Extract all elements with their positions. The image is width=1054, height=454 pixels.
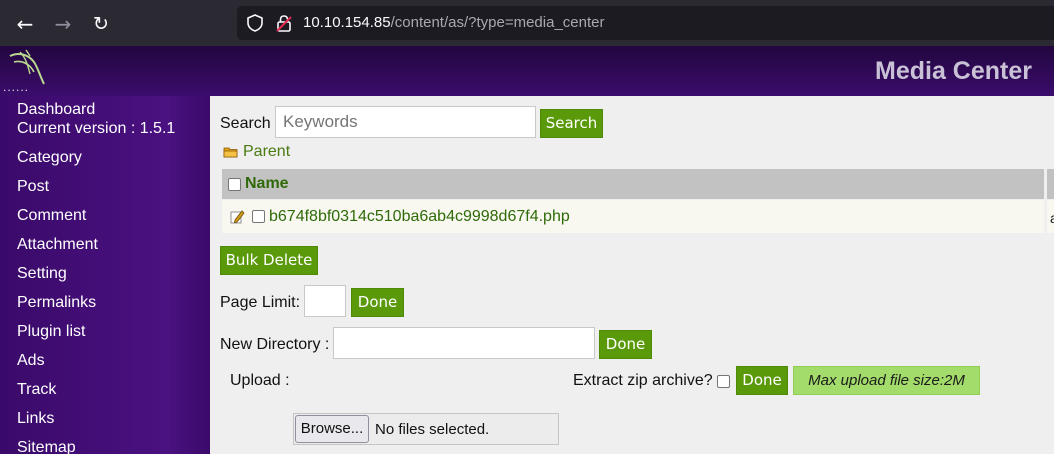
max-upload-notice: Max upload file size:2M [793, 366, 980, 395]
table-header [222, 169, 1044, 199]
select-all-checkbox[interactable] [228, 178, 241, 191]
url-path: /content/as/?type=media_center [390, 14, 605, 31]
url-host: 10.10.154.85 [303, 14, 391, 31]
search-input[interactable] [275, 106, 536, 138]
browse-button[interactable]: Browse... [295, 415, 369, 443]
edit-pencil-icon[interactable] [230, 209, 245, 224]
new-directory-done-button[interactable]: Done [599, 330, 652, 359]
page-limit-done-button[interactable]: Done [351, 288, 404, 317]
page-title: Media Center [875, 57, 1032, 85]
table-header-extra [1047, 169, 1054, 199]
row-cell-truncated: a [1050, 210, 1054, 226]
sidebar: Dashboard Current version : 1.5.1 Catego… [0, 96, 210, 454]
browser-toolbar: ← → ↻ 10.10.154.85/content/as/?type=medi… [0, 0, 1054, 46]
file-status-text: No files selected. [375, 421, 490, 438]
row-checkbox[interactable] [252, 210, 265, 223]
sidebar-item-links[interactable]: Links [17, 410, 54, 428]
parent-link[interactable]: Parent [243, 143, 290, 161]
bulk-delete-button[interactable]: Bulk Delete [220, 246, 318, 275]
sidebar-item-sitemap[interactable]: Sitemap [17, 439, 76, 454]
sidebar-item-setting[interactable]: Setting [17, 265, 67, 283]
reload-icon[interactable]: ↻ [87, 10, 115, 38]
forward-arrow-icon[interactable]: → [49, 10, 77, 38]
extract-zip-label: Extract zip archive? [573, 372, 713, 389]
page-limit-label: Page Limit: [220, 294, 301, 311]
insecure-lock-icon[interactable] [275, 14, 293, 32]
sidebar-item-dashboard[interactable]: Dashboard [17, 101, 95, 119]
folder-icon [223, 147, 238, 158]
sidebar-item-track[interactable]: Track [17, 381, 56, 399]
media-center-content: Search Search Parent Name b674f8bf0314c5… [210, 96, 1054, 454]
shield-icon[interactable] [246, 14, 264, 32]
upload-label: Upload : [230, 372, 290, 389]
new-directory-label: New Directory : [220, 336, 330, 353]
sidebar-item-category[interactable]: Category [17, 149, 82, 167]
page-limit-input[interactable] [304, 285, 346, 317]
sidebar-item-comment[interactable]: Comment [17, 207, 86, 225]
column-header-name[interactable]: Name [245, 175, 289, 193]
upload-done-button[interactable]: Done [736, 366, 788, 395]
back-arrow-icon[interactable]: ← [11, 10, 39, 38]
sidebar-item-post[interactable]: Post [17, 178, 49, 196]
sidebar-item-ads[interactable]: Ads [17, 352, 45, 370]
file-picker[interactable]: Browse... No files selected. [293, 413, 559, 445]
url-text[interactable]: 10.10.154.85/content/as/?type=media_cent… [303, 14, 604, 31]
url-bar[interactable]: 10.10.154.85/content/as/?type=media_cent… [237, 6, 1054, 40]
search-label: Search [220, 115, 271, 132]
logo-dots: ...... [3, 80, 30, 94]
page: ...... Media Center Dashboard Current ve… [0, 46, 1054, 454]
sidebar-item-attachment[interactable]: Attachment [17, 236, 98, 254]
new-directory-input[interactable] [333, 327, 595, 359]
file-name-link[interactable]: b674f8bf0314c510ba6ab4c9998d67f4.php [269, 208, 570, 226]
page-header: ...... Media Center [0, 46, 1054, 96]
sidebar-item-plugin-list[interactable]: Plugin list [17, 323, 85, 341]
extract-zip-checkbox[interactable] [717, 375, 730, 388]
search-button[interactable]: Search [540, 109, 603, 138]
version-text: Current version : 1.5.1 [17, 120, 176, 137]
sidebar-item-permalinks[interactable]: Permalinks [17, 294, 96, 312]
